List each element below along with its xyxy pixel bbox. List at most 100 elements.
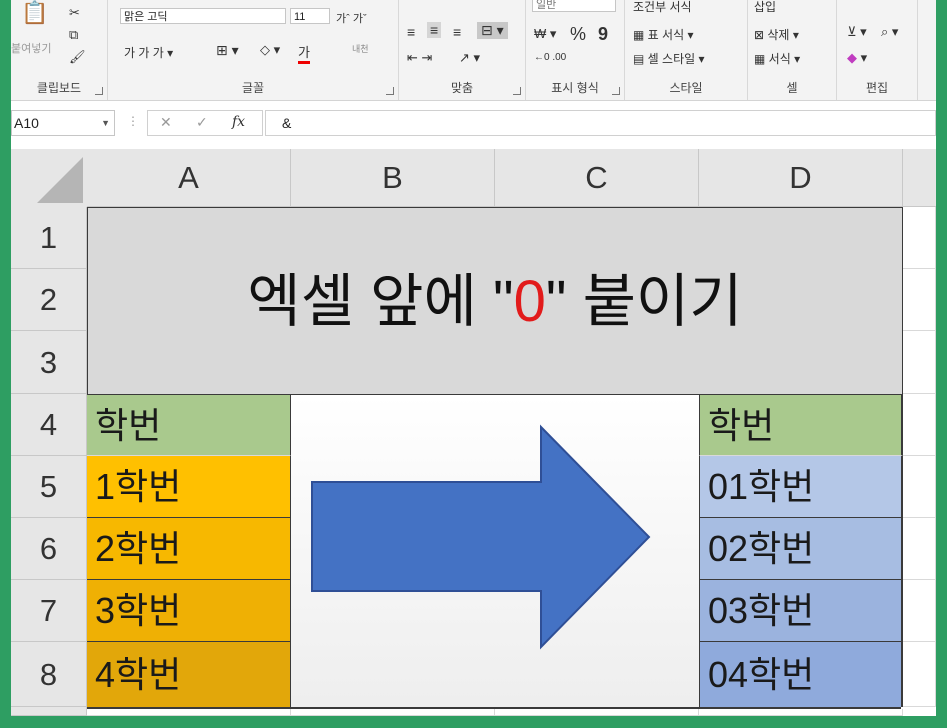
cell-c9[interactable] xyxy=(495,709,699,716)
select-all-corner[interactable] xyxy=(11,149,88,208)
ribbon: 📋 붙여넣기 ✂ ⧉ 🖌 클립보드 맑은 고딕 11 가ˆ 가ˇ 가 가 가 ▾… xyxy=(11,0,936,101)
select-all-icon xyxy=(37,157,83,203)
number-launcher-icon[interactable] xyxy=(612,87,620,95)
cell-e3[interactable] xyxy=(903,331,936,394)
paste-icon[interactable]: 📋 xyxy=(21,2,48,24)
formula-bar: A10 ▼ ⋮ ✕ ✓ fx & xyxy=(11,101,936,145)
font-size-select[interactable]: 11 xyxy=(290,8,330,24)
name-box[interactable]: A10 ▼ xyxy=(11,110,115,136)
cell-a6[interactable]: 2학번 xyxy=(87,518,291,580)
insert-cells-button[interactable]: 삽입 xyxy=(754,0,776,15)
align-left-icon[interactable]: ≡ xyxy=(407,24,415,40)
format-icon: ▦ xyxy=(754,52,769,66)
cut-icon[interactable]: ✂ xyxy=(69,6,80,20)
row-header-3[interactable]: 3 xyxy=(11,331,87,394)
font-name-select[interactable]: 맑은 고딕 xyxy=(120,8,286,24)
enter-icon[interactable]: ✓ xyxy=(196,114,208,131)
cell-d9[interactable] xyxy=(699,709,903,716)
cell-b9[interactable] xyxy=(291,709,495,716)
grow-font-icon[interactable]: 가ˆ 가ˇ xyxy=(336,10,367,26)
cell-e2[interactable] xyxy=(903,269,936,331)
copy-icon[interactable]: ⧉ xyxy=(69,28,78,42)
title-merged-cell[interactable]: 엑셀 앞에 "0" 붙이기 xyxy=(87,207,903,395)
cell-a9[interactable] xyxy=(87,709,291,716)
format-painter-icon[interactable]: 🖌 xyxy=(69,50,86,64)
cell-a7[interactable]: 3학번 xyxy=(87,580,291,642)
number-format-select[interactable]: 일반 xyxy=(532,0,616,12)
cell-e6[interactable] xyxy=(903,518,936,580)
merge-center-icon[interactable]: ⊟ ▾ xyxy=(477,22,508,39)
comma-icon[interactable]: 9 xyxy=(598,24,608,45)
chevron-down-icon[interactable]: ▼ xyxy=(101,111,110,135)
cell-d8[interactable]: 04학번 xyxy=(699,642,903,707)
bold-italic-underline-icons[interactable]: 가 가 가 ▾ xyxy=(124,44,173,61)
column-header-a[interactable]: A xyxy=(87,149,291,207)
editing-group-label: 편집 xyxy=(865,81,889,95)
cell-a4-header[interactable]: 학번 xyxy=(87,395,291,456)
format-label: 서식 xyxy=(768,52,791,66)
cell-d6[interactable]: 02학번 xyxy=(699,518,903,580)
currency-icon[interactable]: ₩ ▾ xyxy=(534,26,556,42)
cell-e4[interactable] xyxy=(903,394,936,456)
arrow-area xyxy=(291,395,699,707)
format-as-table-button[interactable]: ▦ 표 서식 ▾ xyxy=(633,26,694,43)
indent-icons[interactable]: ⇤ ⇥ xyxy=(407,50,432,66)
cell-style-icon: ▤ xyxy=(633,52,648,66)
format-cells-button[interactable]: ▦ 서식 ▾ xyxy=(754,50,800,67)
column-header-d[interactable]: D xyxy=(699,149,903,207)
fill-icon[interactable]: ⊻ ▾ xyxy=(847,24,867,40)
worksheet-grid[interactable]: A B C D 1 2 3 4 5 6 7 8 엑셀 앞에 "0" 붙이기 학번… xyxy=(11,149,936,716)
align-center-icon[interactable]: ≡ xyxy=(427,22,442,38)
cell-d5[interactable]: 01학번 xyxy=(699,456,903,518)
percent-icon[interactable]: % xyxy=(570,24,586,45)
row-header-5[interactable]: 5 xyxy=(11,456,87,518)
cell-e1[interactable] xyxy=(903,207,936,269)
row-header-6[interactable]: 6 xyxy=(11,518,87,580)
styles-group: 조건부 서식 ▦ 표 서식 ▾ ▤ 셀 스타일 ▾ 스타일 xyxy=(625,0,748,100)
border-icon[interactable]: ⊞ ▾ xyxy=(216,42,239,59)
delete-cells-button[interactable]: ⊠ 삭제 ▾ xyxy=(754,26,799,43)
find-icon[interactable]: ⌕ ▾ xyxy=(881,24,898,40)
conditional-format-button[interactable]: 조건부 서식 xyxy=(633,0,692,15)
cell-d7[interactable]: 03학번 xyxy=(699,580,903,642)
right-arrow-shape[interactable] xyxy=(291,395,699,707)
styles-group-label: 스타일 xyxy=(669,81,703,95)
row-header-4[interactable]: 4 xyxy=(11,394,87,456)
phonetic-icon[interactable]: 내천 xyxy=(352,42,369,55)
cell-d4-header[interactable]: 학번 xyxy=(699,395,903,456)
formula-input[interactable]: & xyxy=(265,110,936,136)
row-header-9[interactable] xyxy=(11,707,87,716)
clear-icon[interactable]: ◆ ▾ xyxy=(847,50,867,66)
paste-button[interactable]: 붙여넣기 xyxy=(11,40,51,56)
cell-e5[interactable] xyxy=(903,456,936,518)
column-header-b[interactable]: B xyxy=(291,149,495,207)
clipboard-launcher-icon[interactable] xyxy=(95,87,103,95)
decimal-icons[interactable]: ←0 .00 xyxy=(534,52,566,63)
cell-e8[interactable] xyxy=(903,642,936,707)
cell-a5[interactable]: 1학번 xyxy=(87,456,291,518)
row-header-2[interactable]: 2 xyxy=(11,269,87,331)
font-color-icon[interactable]: 가 xyxy=(298,42,310,64)
title-suffix: " 붙이기 xyxy=(545,269,743,334)
cancel-icon[interactable]: ✕ xyxy=(160,114,172,131)
orientation-icon[interactable]: ↗ ▾ xyxy=(459,50,480,66)
cell-a8[interactable]: 4학번 xyxy=(87,642,291,707)
font-launcher-icon[interactable] xyxy=(386,87,394,95)
align-right-icon[interactable]: ≡ xyxy=(453,24,461,40)
column-header-e[interactable] xyxy=(903,149,936,207)
insert-function-icon[interactable]: fx xyxy=(232,114,245,130)
cell-e7[interactable] xyxy=(903,580,936,642)
row-header-1[interactable]: 1 xyxy=(11,207,87,269)
cells-group-label: 셀 xyxy=(786,81,798,95)
row-header-7[interactable]: 7 xyxy=(11,580,87,642)
column-header-c[interactable]: C xyxy=(495,149,699,207)
formula-buttons: ✕ ✓ fx xyxy=(147,110,263,136)
font-group-label: 글꼴 xyxy=(241,81,265,95)
alignment-launcher-icon[interactable] xyxy=(513,87,521,95)
cell-styles-button[interactable]: ▤ 셀 스타일 ▾ xyxy=(633,50,705,67)
fill-color-icon[interactable]: ◇ ▾ xyxy=(260,42,280,58)
formula-bar-grip-icon: ⋮ xyxy=(127,114,139,128)
row-header-8[interactable]: 8 xyxy=(11,642,87,707)
table-format-icon: ▦ xyxy=(633,28,648,42)
number-group: 일반 ₩ ▾ % 9 ←0 .00 표시 형식 xyxy=(526,0,625,100)
